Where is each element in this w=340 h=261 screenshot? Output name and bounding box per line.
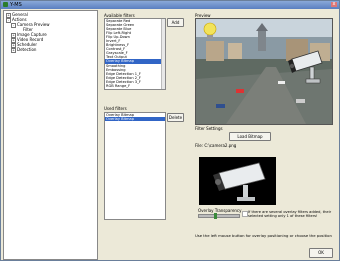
used-filters-label: Used filters xyxy=(104,106,127,111)
file-path-text: File: C:\camera2.png xyxy=(195,143,237,148)
load-bitmap-button[interactable]: Load Bitmap xyxy=(229,132,271,141)
add-button[interactable]: Add xyxy=(167,18,184,27)
help-text: Use the left mouse button for overlay po… xyxy=(195,233,332,238)
overlay-note-text: If there are several overlay filters add… xyxy=(248,210,332,219)
app-icon xyxy=(3,2,8,7)
expander-icon[interactable]: + xyxy=(11,47,16,53)
overlay-transparency-label: Overlay Transparency xyxy=(198,208,242,213)
navigation-tree[interactable]: + General - Actions - Camera Preview Filter… xyxy=(3,10,98,260)
overlay-bitmap-preview xyxy=(199,157,276,205)
tree-item-detection[interactable]: + Detection xyxy=(11,47,36,53)
delete-button[interactable]: Delete xyxy=(167,113,184,122)
window-title: Y-MS xyxy=(10,2,22,8)
title-bar[interactable]: Y-MS x xyxy=(1,1,339,9)
available-filters-list[interactable]: Separate Red Separate Green Separate Blu… xyxy=(104,18,166,90)
ok-button[interactable]: OK xyxy=(309,248,333,258)
list-item-selected[interactable]: Overlay Bitmap xyxy=(105,117,165,122)
slider-thumb[interactable] xyxy=(213,213,217,219)
list-scrollbar[interactable] xyxy=(161,19,165,89)
list-item[interactable]: RGB Range_F xyxy=(105,84,165,88)
close-icon[interactable]: x xyxy=(331,2,337,7)
filter-settings-label: Filter Settings xyxy=(195,126,223,131)
transparency-slider[interactable] xyxy=(198,213,240,219)
security-camera-icon xyxy=(288,50,323,84)
lightbulb-icon xyxy=(203,22,217,39)
app-window: Y-MS x + General - Actions - Camera Preview… xyxy=(0,0,340,261)
used-filters-list[interactable]: Overlay Bitmap Overlay Bitmap xyxy=(104,112,166,220)
expander-icon[interactable]: - xyxy=(11,22,16,28)
camera-preview[interactable] xyxy=(195,18,333,125)
